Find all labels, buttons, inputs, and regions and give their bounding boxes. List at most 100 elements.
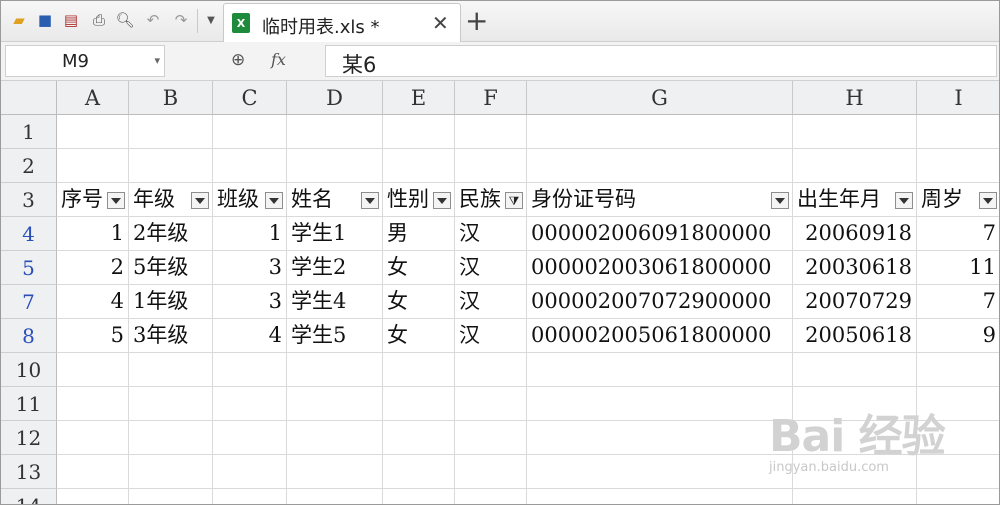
row-header-3[interactable]: 3 (1, 183, 57, 217)
row-header-5[interactable]: 5 (1, 251, 57, 285)
data-cell[interactable]: 学生1 (287, 217, 383, 251)
empty-cell[interactable] (213, 149, 287, 183)
empty-cell[interactable] (383, 353, 455, 387)
filter-dropdown-icon[interactable] (433, 192, 451, 209)
empty-cell[interactable] (57, 455, 129, 489)
data-cell[interactable]: 男 (383, 217, 455, 251)
empty-cell[interactable] (917, 353, 999, 387)
export-pdf-icon[interactable]: ▤ (61, 10, 81, 30)
empty-cell[interactable] (129, 353, 213, 387)
data-cell[interactable]: 汉 (455, 217, 527, 251)
column-header-i[interactable]: I (917, 81, 999, 115)
empty-cell[interactable] (527, 115, 793, 149)
filter-dropdown-icon[interactable] (191, 192, 209, 209)
empty-cell[interactable] (455, 115, 527, 149)
column-header-d[interactable]: D (287, 81, 383, 115)
open-folder-icon[interactable]: ▰ (9, 10, 29, 30)
row-header-8[interactable]: 8 (1, 319, 57, 353)
empty-cell[interactable] (793, 115, 917, 149)
data-cell[interactable]: 5年级 (129, 251, 213, 285)
data-cell[interactable]: 000002003061800000 (527, 251, 793, 285)
select-all-corner[interactable] (1, 81, 57, 115)
empty-cell[interactable] (287, 489, 383, 504)
empty-cell[interactable] (129, 387, 213, 421)
formula-input[interactable]: 某6 (325, 45, 997, 77)
header-cell[interactable]: 身份证号码 (527, 183, 793, 217)
data-cell[interactable]: 汉 (455, 285, 527, 319)
empty-cell[interactable] (287, 149, 383, 183)
data-cell[interactable]: 1 (57, 217, 129, 251)
empty-cell[interactable] (57, 149, 129, 183)
empty-cell[interactable] (527, 149, 793, 183)
empty-cell[interactable] (793, 149, 917, 183)
data-cell[interactable]: 汉 (455, 319, 527, 353)
empty-cell[interactable] (287, 115, 383, 149)
empty-cell[interactable] (213, 115, 287, 149)
empty-cell[interactable] (213, 387, 287, 421)
empty-cell[interactable] (917, 149, 999, 183)
column-header-e[interactable]: E (383, 81, 455, 115)
empty-cell[interactable] (57, 353, 129, 387)
empty-cell[interactable] (287, 353, 383, 387)
empty-cell[interactable] (129, 421, 213, 455)
empty-cell[interactable] (213, 421, 287, 455)
empty-cell[interactable] (455, 455, 527, 489)
function-icon[interactable]: fx (271, 50, 286, 69)
close-tab-icon[interactable]: ✕ (432, 11, 449, 35)
empty-cell[interactable] (129, 455, 213, 489)
empty-cell[interactable] (527, 455, 793, 489)
empty-cell[interactable] (287, 387, 383, 421)
row-header-12[interactable]: 12 (1, 421, 57, 455)
data-cell[interactable]: 女 (383, 285, 455, 319)
empty-cell[interactable] (383, 149, 455, 183)
print-preview-icon[interactable]: 🔍︎ (115, 10, 135, 30)
row-header-11[interactable]: 11 (1, 387, 57, 421)
filter-dropdown-icon[interactable] (979, 192, 997, 209)
empty-cell[interactable] (455, 421, 527, 455)
row-header-2[interactable]: 2 (1, 149, 57, 183)
customize-dropdown-icon[interactable]: ▼ (201, 10, 221, 30)
data-cell[interactable]: 20060918 (793, 217, 917, 251)
data-cell[interactable]: 000002006091800000 (527, 217, 793, 251)
row-header-13[interactable]: 13 (1, 455, 57, 489)
row-header-4[interactable]: 4 (1, 217, 57, 251)
empty-cell[interactable] (213, 353, 287, 387)
empty-cell[interactable] (793, 489, 917, 504)
data-cell[interactable]: 7 (917, 285, 999, 319)
empty-cell[interactable] (383, 489, 455, 504)
data-cell[interactable]: 学生5 (287, 319, 383, 353)
filter-dropdown-icon[interactable] (107, 192, 125, 209)
data-cell[interactable]: 学生2 (287, 251, 383, 285)
empty-cell[interactable] (57, 387, 129, 421)
row-header-14[interactable]: 14 (1, 489, 57, 504)
empty-cell[interactable] (129, 115, 213, 149)
column-header-h[interactable]: H (793, 81, 917, 115)
empty-cell[interactable] (383, 455, 455, 489)
data-cell[interactable]: 20070729 (793, 285, 917, 319)
empty-cell[interactable] (917, 115, 999, 149)
data-cell[interactable]: 000002007072900000 (527, 285, 793, 319)
column-header-f[interactable]: F (455, 81, 527, 115)
empty-cell[interactable] (287, 421, 383, 455)
column-header-a[interactable]: A (57, 81, 129, 115)
data-cell[interactable]: 3 (213, 251, 287, 285)
data-cell[interactable]: 3 (213, 285, 287, 319)
row-header-10[interactable]: 10 (1, 353, 57, 387)
empty-cell[interactable] (383, 387, 455, 421)
row-header-1[interactable]: 1 (1, 115, 57, 149)
data-cell[interactable]: 1 (213, 217, 287, 251)
data-cell[interactable]: 女 (383, 319, 455, 353)
data-cell[interactable]: 9 (917, 319, 999, 353)
data-cell[interactable]: 2年级 (129, 217, 213, 251)
data-cell[interactable]: 学生4 (287, 285, 383, 319)
new-tab-icon[interactable]: + (465, 5, 488, 37)
data-cell[interactable]: 7 (917, 217, 999, 251)
empty-cell[interactable] (527, 421, 793, 455)
empty-cell[interactable] (213, 455, 287, 489)
empty-cell[interactable] (793, 353, 917, 387)
undo-icon[interactable]: ↶ (143, 10, 163, 30)
zoom-search-icon[interactable]: ⊕ (231, 50, 245, 70)
empty-cell[interactable] (57, 115, 129, 149)
data-cell[interactable]: 5 (57, 319, 129, 353)
column-header-c[interactable]: C (213, 81, 287, 115)
